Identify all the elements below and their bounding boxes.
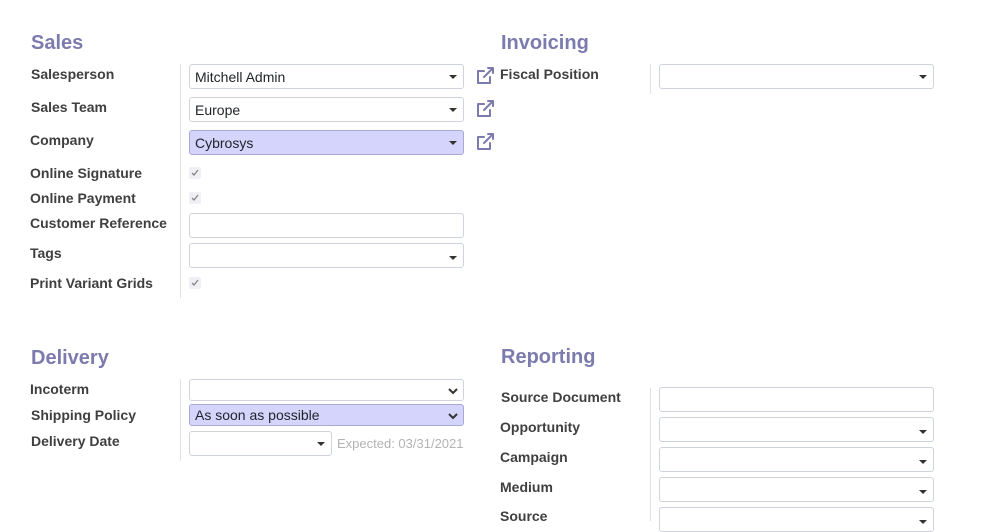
fiscal-position-label: Fiscal Position [500,66,599,82]
sales-team-select[interactable]: Europe [189,97,464,122]
external-link-icon[interactable] [474,65,496,87]
online-signature-checkbox[interactable] [189,167,201,179]
external-link-icon[interactable] [474,131,496,153]
salesperson-label: Salesperson [31,66,115,82]
sales-team-label: Sales Team [31,99,108,115]
caret-down-icon [317,442,325,446]
caret-down-icon [449,141,457,145]
caret-down-icon [449,108,457,112]
incoterm-select[interactable] [189,379,464,401]
shipping-policy-label: Shipping Policy [31,407,137,423]
sales-section-title: Sales [31,32,84,54]
caret-down-icon [919,460,927,464]
checkmark-icon [191,279,199,286]
reporting-divider [650,388,651,521]
source-select[interactable] [659,507,934,532]
caret-down-icon [449,256,457,260]
online-signature-label: Online Signature [30,165,143,181]
invoicing-section-title: Invoicing [501,32,589,54]
customer-reference-label: Customer Reference [30,215,167,231]
medium-label: Medium [500,479,553,495]
fiscal-position-select[interactable] [659,64,934,89]
sales-divider [180,64,181,298]
medium-select[interactable] [659,477,934,502]
source-label: Source [500,508,548,524]
online-payment-checkbox[interactable] [189,192,201,204]
opportunity-select[interactable] [659,417,934,442]
external-link-icon[interactable] [474,98,496,120]
company-select[interactable]: Cybrosys [189,130,464,155]
source-document-label: Source Document [501,389,621,405]
salesperson-select[interactable]: Mitchell Admin [189,64,464,89]
chevron-down-icon [448,413,458,420]
tags-select[interactable] [189,243,464,268]
shipping-policy-select[interactable]: As soon as possible [189,404,464,426]
opportunity-label: Opportunity [500,419,581,435]
caret-down-icon [919,430,927,434]
invoicing-divider [650,64,651,94]
sales-team-value: Europe [195,101,241,118]
delivery-date-label: Delivery Date [31,433,120,449]
caret-down-icon [919,490,927,494]
shipping-policy-value: As soon as possible [195,407,320,423]
caret-down-icon [919,75,927,79]
online-payment-label: Online Payment [30,190,136,206]
tags-label: Tags [30,245,62,261]
customer-reference-input[interactable] [189,213,464,238]
checkmark-icon [191,194,199,201]
caret-down-icon [449,75,457,79]
campaign-label: Campaign [500,449,568,465]
company-label: Company [30,132,94,148]
checkmark-icon [191,169,199,176]
print-variant-grids-label: Print Variant Grids [30,275,153,291]
reporting-section-title: Reporting [501,346,596,368]
company-value: Cybrosys [195,134,254,151]
expected-date-hint: Expected: 03/31/2021 [337,436,464,451]
source-document-input[interactable] [659,387,934,412]
chevron-down-icon [448,388,458,395]
delivery-section-title: Delivery [31,347,109,369]
delivery-divider [180,379,181,461]
incoterm-label: Incoterm [30,381,90,397]
salesperson-value: Mitchell Admin [195,68,286,85]
campaign-select[interactable] [659,447,934,472]
delivery-date-input[interactable] [189,431,332,456]
print-variant-grids-checkbox[interactable] [189,277,201,289]
